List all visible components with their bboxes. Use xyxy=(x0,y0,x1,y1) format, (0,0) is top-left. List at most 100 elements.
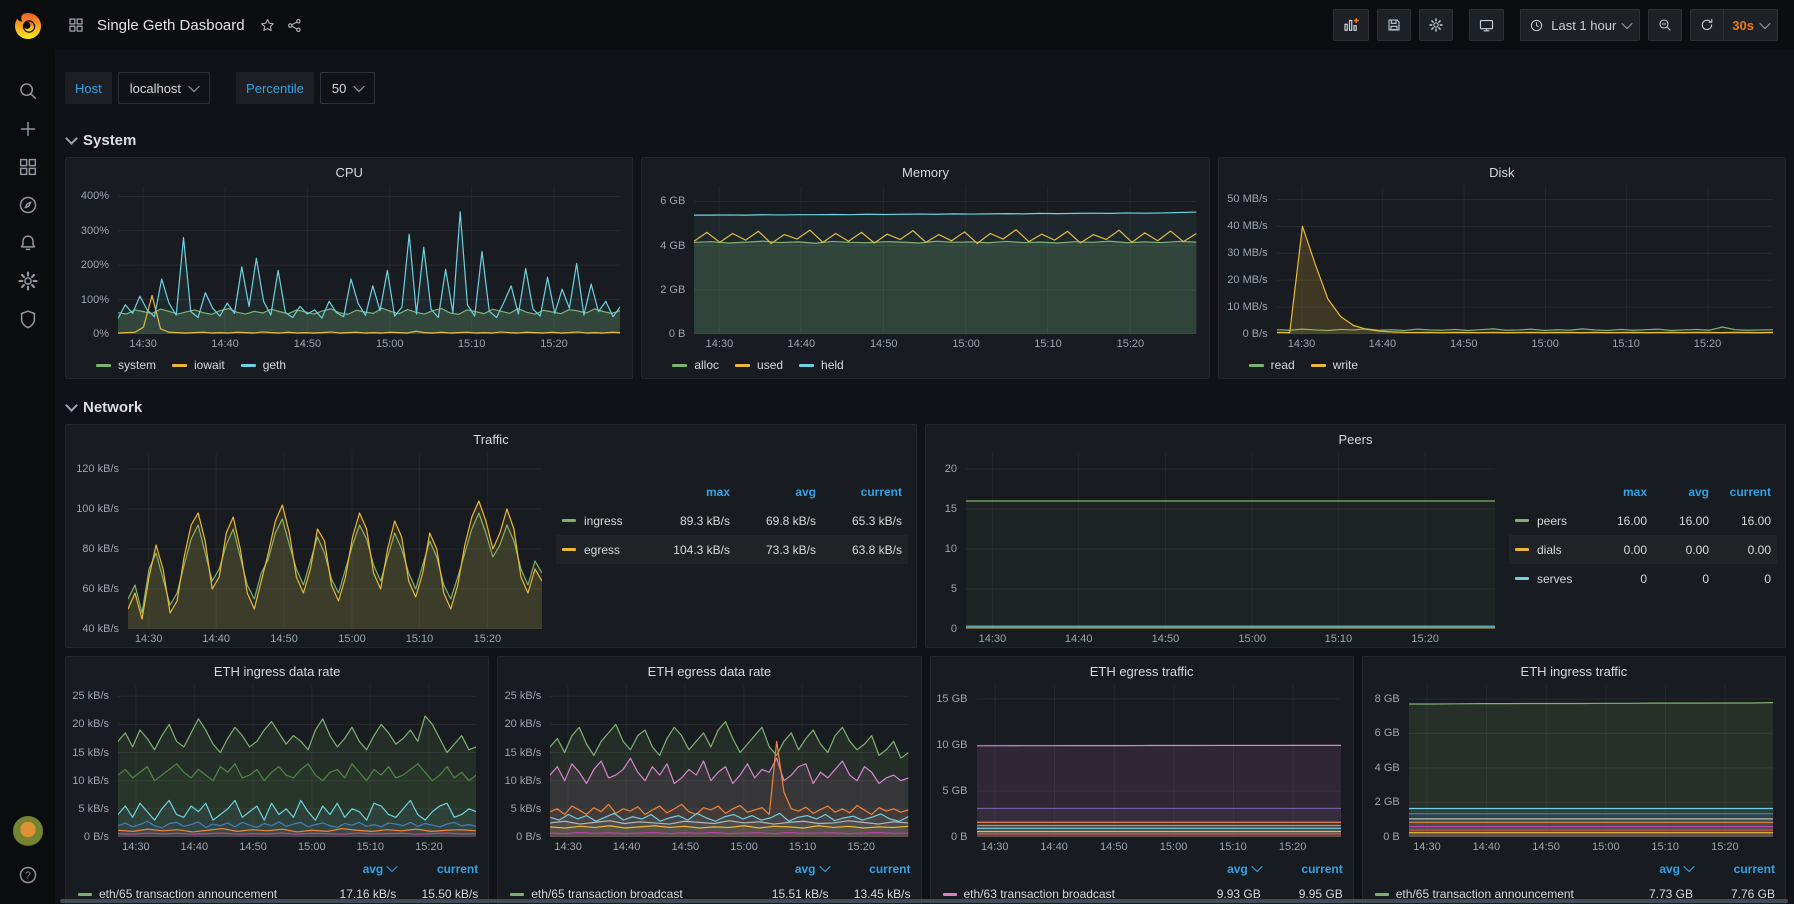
user-avatar[interactable] xyxy=(13,816,43,846)
legend-value: 89.3 kB/s xyxy=(644,514,730,528)
explore-compass-icon[interactable] xyxy=(9,186,47,224)
legend-header-avg[interactable]: avg xyxy=(1597,862,1693,876)
legend-series-name[interactable]: egress xyxy=(584,543,644,557)
legend-item-write[interactable]: write xyxy=(1311,358,1358,372)
eth-row: ETH ingress data rate 0 B/s5 kB/s10 kB/s… xyxy=(65,656,1786,904)
legend-label: geth xyxy=(263,358,286,372)
panel-title[interactable]: Traffic xyxy=(66,425,916,453)
eth_egress_traffic-plot[interactable] xyxy=(977,685,1341,837)
variable-host-select[interactable]: localhost xyxy=(118,72,210,104)
eth-ingress-traffic-chart[interactable]: 0 B2 GB4 GB6 GB8 GB14:3014:4014:5015:001… xyxy=(1363,685,1785,855)
variable-percentile-label[interactable]: Percentile xyxy=(236,72,314,104)
legend-header-avg[interactable]: avg xyxy=(300,862,396,876)
legend-header-avg[interactable]: avg xyxy=(1647,485,1709,499)
legend-value: 0.00 xyxy=(1709,543,1771,557)
legend-series-name[interactable]: serves xyxy=(1537,572,1585,586)
panel-title[interactable]: ETH egress traffic xyxy=(931,657,1353,685)
refresh-interval-picker[interactable]: 30s xyxy=(1724,9,1778,41)
traffic-plot[interactable] xyxy=(128,453,542,629)
legend-color-dash xyxy=(562,548,576,551)
eth-egress-rate-chart[interactable]: 0 B/s5 kB/s10 kB/s15 kB/s20 kB/s25 kB/s1… xyxy=(498,685,920,855)
legend-item-alloc[interactable]: alloc xyxy=(672,358,719,372)
x-tick-label: 14:30 xyxy=(135,633,163,645)
legend-header-avg[interactable]: avg xyxy=(733,862,829,876)
legend-header-current[interactable]: current xyxy=(1709,485,1771,499)
legend-header-current[interactable]: current xyxy=(1693,862,1775,876)
disk-chart[interactable]: 0 B/s10 MB/s20 MB/s30 MB/s40 MB/s50 MB/s… xyxy=(1219,186,1785,352)
horizontal-scrollbar[interactable] xyxy=(60,899,1788,903)
share-icon[interactable] xyxy=(286,17,303,34)
legend-item-iowait[interactable]: iowait xyxy=(172,358,225,372)
save-dashboard-button[interactable] xyxy=(1377,9,1411,41)
dashboards-icon[interactable] xyxy=(9,148,47,186)
panel-title[interactable]: Disk xyxy=(1219,158,1785,186)
zoom-out-time-button[interactable] xyxy=(1648,9,1682,41)
memory-chart[interactable]: 0 B2 GB4 GB6 GB14:3014:4014:5015:0015:10… xyxy=(642,186,1208,352)
grafana-logo[interactable] xyxy=(12,10,44,42)
panel-title[interactable]: CPU xyxy=(66,158,632,186)
legend-header-avg[interactable]: avg xyxy=(1165,862,1261,876)
x-axis: 14:3014:4014:5015:0015:1015:20 xyxy=(118,837,476,855)
panel-title[interactable]: ETH ingress traffic xyxy=(1363,657,1785,685)
eth-egress-traffic-chart[interactable]: 0 B5 GB10 GB15 GB14:3014:4014:5015:0015:… xyxy=(931,685,1353,855)
dashboard-settings-button[interactable] xyxy=(1419,9,1453,41)
y-tick-label: 15 kB/s xyxy=(72,747,109,759)
legend-header-current[interactable]: current xyxy=(816,485,902,499)
row-header-network[interactable]: Network xyxy=(67,399,1786,416)
panel-title[interactable]: Peers xyxy=(926,425,1785,453)
variable-host-label[interactable]: Host xyxy=(65,72,112,104)
legend-item-held[interactable]: held xyxy=(799,358,844,372)
legend-header-row: avgcurrent xyxy=(78,857,478,881)
disk-plot[interactable] xyxy=(1277,186,1773,334)
legend-item-read[interactable]: read xyxy=(1249,358,1295,372)
legend-value: 16.00 xyxy=(1585,514,1647,528)
panel-title[interactable]: ETH egress data rate xyxy=(498,657,920,685)
star-icon[interactable] xyxy=(259,17,276,34)
alerting-bell-icon[interactable] xyxy=(9,224,47,262)
eth-egress-rate-legend: avgcurrenteth/65 transaction broadcast15… xyxy=(498,855,920,904)
search-icon[interactable] xyxy=(9,72,47,110)
legend-header-current[interactable]: current xyxy=(829,862,911,876)
eth-egress-traffic-legend: avgcurrenteth/63 transaction broadcast9.… xyxy=(931,855,1353,904)
peers-plot[interactable] xyxy=(966,453,1495,629)
legend-item-used[interactable]: used xyxy=(735,358,783,372)
legend-value: 73.3 kB/s xyxy=(730,543,816,557)
variable-percentile-select[interactable]: 50 xyxy=(320,72,375,104)
cpu-chart[interactable]: 0%100%200%300%400%14:3014:4014:5015:0015… xyxy=(66,186,632,352)
traffic-chart[interactable]: 40 kB/s60 kB/s80 kB/s100 kB/s120 kB/s14:… xyxy=(66,453,554,647)
time-range-picker[interactable]: Last 1 hour xyxy=(1520,9,1640,41)
refresh-button[interactable] xyxy=(1690,9,1724,41)
eth_ingress_traffic-plot[interactable] xyxy=(1409,685,1773,837)
add-panel-button[interactable] xyxy=(1333,9,1369,41)
legend-header-current[interactable]: current xyxy=(1261,862,1343,876)
y-tick-label: 8 GB xyxy=(1375,693,1400,705)
cpu-plot[interactable] xyxy=(118,186,620,334)
cycle-view-mode-button[interactable] xyxy=(1469,9,1504,41)
panel-title[interactable]: ETH ingress data rate xyxy=(66,657,488,685)
panel-title[interactable]: Memory xyxy=(642,158,1208,186)
legend-series-name[interactable]: dials xyxy=(1537,543,1585,557)
legend-series-name[interactable]: ingress xyxy=(584,514,644,528)
legend-row-serves: serves000 xyxy=(1509,564,1777,593)
x-tick-label: 15:10 xyxy=(1325,633,1353,645)
row-header-system[interactable]: System xyxy=(67,132,1786,149)
legend-value: 63.8 kB/s xyxy=(816,543,902,557)
configuration-gear-icon[interactable] xyxy=(9,262,47,300)
legend-header-current[interactable]: current xyxy=(396,862,478,876)
peers-chart[interactable]: 0510152014:3014:4014:5015:0015:1015:20 xyxy=(926,453,1507,647)
help-icon[interactable]: ? xyxy=(9,856,47,894)
legend-item-geth[interactable]: geth xyxy=(241,358,286,372)
legend-header-avg[interactable]: avg xyxy=(730,485,816,499)
dashboard-title[interactable]: Single Geth Dasboard xyxy=(97,17,245,34)
eth-ingress-rate-chart[interactable]: 0 B/s5 kB/s10 kB/s15 kB/s20 kB/s25 kB/s1… xyxy=(66,685,488,855)
legend-header-max[interactable]: max xyxy=(1585,485,1647,499)
legend-header-max[interactable]: max xyxy=(644,485,730,499)
eth_egress_rate-plot[interactable] xyxy=(550,685,908,837)
server-admin-shield-icon[interactable] xyxy=(9,300,47,338)
create-plus-icon[interactable] xyxy=(9,110,47,148)
y-axis: 0 B/s10 MB/s20 MB/s30 MB/s40 MB/s50 MB/s xyxy=(1219,186,1277,334)
eth_ingress_rate-plot[interactable] xyxy=(118,685,476,837)
legend-series-name[interactable]: peers xyxy=(1537,514,1585,528)
memory-plot[interactable] xyxy=(694,186,1196,334)
legend-item-system[interactable]: system xyxy=(96,358,156,372)
